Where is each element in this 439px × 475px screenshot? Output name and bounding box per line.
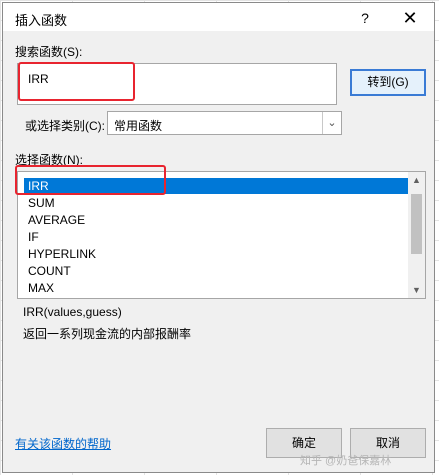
list-item[interactable]: MAX bbox=[24, 280, 410, 296]
category-select[interactable]: 常用函数 ⌄ bbox=[107, 111, 342, 135]
watermark: 知乎 @奶爸保嘉林 bbox=[300, 455, 392, 467]
dialog-title: 插入函数 bbox=[15, 13, 68, 28]
scroll-up-icon[interactable]: ▲ bbox=[408, 172, 425, 188]
category-label: 或选择类别(C): bbox=[25, 119, 105, 133]
goto-button[interactable]: 转到(G) bbox=[350, 69, 426, 96]
function-signature: IRR(values,guess) bbox=[23, 305, 122, 319]
scroll-thumb[interactable] bbox=[411, 194, 422, 254]
search-label: 搜索函数(S): bbox=[15, 45, 83, 59]
help-icon[interactable]: ? bbox=[355, 8, 375, 28]
search-input-value: IRR bbox=[28, 72, 49, 86]
title-bar: 插入函数 ? ✕ bbox=[3, 3, 434, 31]
list-item[interactable]: IF bbox=[24, 229, 410, 245]
function-list-label: 选择函数(N): bbox=[15, 153, 83, 167]
list-item[interactable]: SUM bbox=[24, 195, 410, 211]
function-help-link[interactable]: 有关该函数的帮助 bbox=[15, 435, 111, 452]
list-item[interactable]: AVERAGE bbox=[24, 212, 410, 228]
function-description: 返回一系列现金流的内部报酬率 bbox=[23, 327, 192, 341]
close-icon[interactable]: ✕ bbox=[399, 7, 421, 29]
chevron-down-icon[interactable]: ⌄ bbox=[322, 112, 341, 134]
category-select-value: 常用函数 bbox=[114, 119, 163, 133]
insert-function-dialog: 插入函数 ? ✕ 搜索函数(S): IRR 转到(G) 或选择类别(C): 常用… bbox=[2, 2, 435, 473]
list-item[interactable]: COUNT bbox=[24, 263, 410, 279]
list-item[interactable]: IRR bbox=[24, 178, 410, 194]
search-input[interactable]: IRR bbox=[17, 63, 337, 105]
list-item[interactable]: HYPERLINK bbox=[24, 246, 410, 262]
list-scrollbar[interactable]: ▲ ▼ bbox=[408, 172, 425, 298]
function-list[interactable]: IRR SUM AVERAGE IF HYPERLINK COUNT MAX ▲… bbox=[17, 171, 426, 299]
scroll-down-icon[interactable]: ▼ bbox=[408, 282, 425, 298]
